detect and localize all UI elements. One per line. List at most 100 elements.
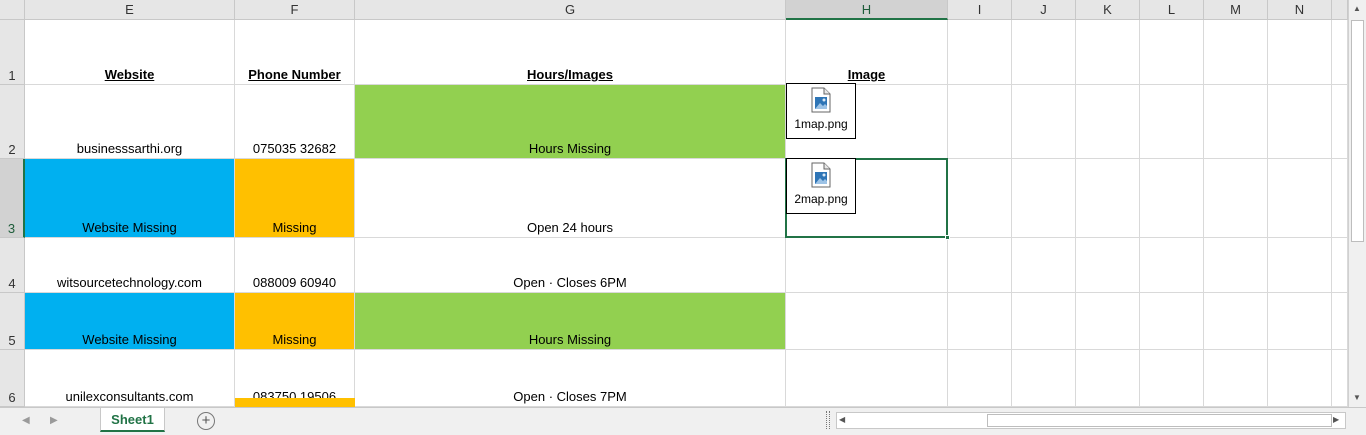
column-header-i[interactable]: I [948,0,1012,20]
cell-k4[interactable] [1076,238,1140,293]
cell-l6[interactable] [1140,350,1204,407]
fill-handle[interactable] [945,235,950,240]
cell-j5[interactable] [1012,293,1076,350]
cell-filler [1332,293,1348,350]
select-all-corner[interactable] [0,0,25,20]
tab-sheet1[interactable]: Sheet1 [100,408,165,432]
cell-m5[interactable] [1204,293,1268,350]
scroll-down-icon[interactable]: ▼ [1353,393,1361,402]
cell-i5[interactable] [948,293,1012,350]
cell-n5[interactable] [1268,293,1332,350]
cell-f1[interactable]: Phone Number [235,20,355,85]
column-header-j[interactable]: J [1012,0,1076,20]
cell-g3[interactable]: Open 24 hours [355,159,786,238]
cell-g6[interactable]: Open · Closes 7PM [355,350,786,407]
cell-e6[interactable]: unilexconsultants.com [25,350,235,407]
cell-l1[interactable] [1140,20,1204,85]
vertical-scroll-thumb[interactable] [1351,20,1364,242]
cell-text: Open · Closes 7PM [513,389,627,404]
cell-m3[interactable] [1204,159,1268,238]
cell-n6[interactable] [1268,350,1332,407]
cell-k3[interactable] [1076,159,1140,238]
cell-e4[interactable]: witsourcetechnology.com [25,238,235,293]
cell-e1[interactable]: Website [25,20,235,85]
left-arrow-icon[interactable]: ◀ [22,415,34,427]
column-header-n[interactable]: N [1268,0,1332,20]
cell-j3[interactable] [1012,159,1076,238]
cell-m4[interactable] [1204,238,1268,293]
sheet-tab-bar: ◀ ▶ Sheet1 + ◀ ▶ [0,407,1366,435]
column-header-g[interactable]: G [355,0,786,20]
cell-l2[interactable] [1140,85,1204,159]
cell-e2[interactable]: businesssarthi.org [25,85,235,159]
cell-k5[interactable] [1076,293,1140,350]
tab-split-handle[interactable] [826,411,830,429]
cell-k1[interactable] [1076,20,1140,85]
cell-g4[interactable]: Open · Closes 6PM [355,238,786,293]
sheet-tab-label: Sheet1 [111,411,154,427]
cell-text: Hours/Images [527,67,613,82]
image-file-icon [811,162,831,188]
cell-f2[interactable]: 075035 32682 [235,85,355,159]
cell-g5[interactable]: Hours Missing [355,293,786,350]
cell-h1[interactable]: Image [786,20,948,85]
scroll-left-icon[interactable]: ◀ [839,415,850,426]
cell-j6[interactable] [1012,350,1076,407]
cell-i3[interactable] [948,159,1012,238]
cell-h6[interactable] [786,350,948,407]
cell-k2[interactable] [1076,85,1140,159]
cell-f4[interactable]: 088009 60940 [235,238,355,293]
column-header-m[interactable]: M [1204,0,1268,20]
cell-f5[interactable]: Missing [235,293,355,350]
cell-i6[interactable] [948,350,1012,407]
row-header-4[interactable]: 4 [0,238,25,293]
cell-k6[interactable] [1076,350,1140,407]
cell-n1[interactable] [1268,20,1332,85]
cell-text: Missing [272,332,317,347]
cell-m1[interactable] [1204,20,1268,85]
cell-j2[interactable] [1012,85,1076,159]
cell-h5[interactable] [786,293,948,350]
column-header-l[interactable]: L [1140,0,1204,20]
cell-i4[interactable] [948,238,1012,293]
cell-e3[interactable]: Website Missing [25,159,235,238]
scroll-right-icon[interactable]: ▶ [1333,415,1344,426]
cell-l5[interactable] [1140,293,1204,350]
row-header-2[interactable]: 2 [0,85,25,159]
cell-text: Missing [272,220,317,235]
cell-n2[interactable] [1268,85,1332,159]
cell-f7[interactable] [235,398,355,407]
cell-e5[interactable]: Website Missing [25,293,235,350]
embedded-file-1[interactable]: 1map.png [786,83,856,139]
row-header-3[interactable]: 3 [0,159,25,238]
row-header-1[interactable]: 1 [0,20,25,85]
right-arrow-icon[interactable]: ▶ [50,415,62,427]
horizontal-scroll-thumb[interactable] [987,414,1332,427]
cell-g2[interactable]: Hours Missing [355,85,786,159]
row-header-5[interactable]: 5 [0,293,25,350]
cell-n3[interactable] [1268,159,1332,238]
cell-i1[interactable] [948,20,1012,85]
cell-l3[interactable] [1140,159,1204,238]
column-header-f[interactable]: F [235,0,355,20]
column-header-k[interactable]: K [1076,0,1140,20]
cell-m6[interactable] [1204,350,1268,407]
vertical-scrollbar[interactable]: ▲ ▼ [1348,0,1366,407]
horizontal-scrollbar[interactable]: ◀ ▶ [836,412,1346,429]
cell-n4[interactable] [1268,238,1332,293]
cell-m2[interactable] [1204,85,1268,159]
cell-l4[interactable] [1140,238,1204,293]
scroll-up-icon[interactable]: ▲ [1353,4,1361,13]
embedded-file-2[interactable]: 2map.png [786,158,856,214]
cell-g1[interactable]: Hours/Images [355,20,786,85]
cell-j4[interactable] [1012,238,1076,293]
cell-h4[interactable] [786,238,948,293]
plus-circle-icon[interactable]: + [197,412,215,430]
row-header-6[interactable]: 6 [0,350,25,407]
cell-f3[interactable]: Missing [235,159,355,238]
cell-i2[interactable] [948,85,1012,159]
cell-j1[interactable] [1012,20,1076,85]
cell-text: Open 24 hours [526,220,613,235]
column-header-e[interactable]: E [25,0,235,20]
column-header-h[interactable]: H [786,0,948,20]
